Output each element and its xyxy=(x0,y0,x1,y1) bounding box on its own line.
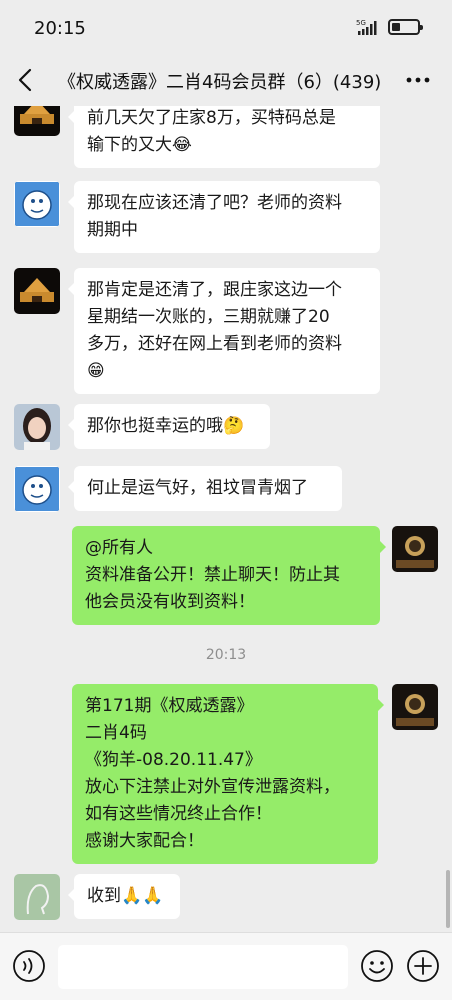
emoji-icon[interactable] xyxy=(360,949,394,983)
cartoon-avatar-icon xyxy=(14,466,60,512)
signal-icon: 5G xyxy=(356,19,377,35)
more-dots-icon[interactable] xyxy=(405,70,431,90)
battery-icon xyxy=(388,19,423,35)
avatar[interactable] xyxy=(392,526,438,572)
message-bubble[interactable]: 第171期《权威透露》 二肖4码 《狗羊-08.20.11.47》 放心下注禁止… xyxy=(72,684,384,864)
status-bar: 20:15 5G xyxy=(0,0,452,56)
voice-input-icon[interactable] xyxy=(12,949,46,983)
message-input[interactable] xyxy=(58,945,348,989)
message-bubble[interactable]: 何止是运气好，祖坟冒青烟了 xyxy=(68,466,342,511)
message-bubble[interactable]: 前几天欠了庄家8万，买特码总是 输下的又大😂 xyxy=(68,106,380,168)
message-bubble[interactable]: 收到🙏🙏 xyxy=(68,874,180,919)
castle-avatar-icon xyxy=(14,268,60,314)
plus-icon[interactable] xyxy=(406,949,440,983)
avatar[interactable] xyxy=(14,466,60,512)
cartoon-avatar-icon xyxy=(14,181,60,227)
concert-avatar-icon xyxy=(392,684,438,730)
concert-avatar-icon xyxy=(392,526,438,572)
message-bubble[interactable]: 那现在应该还清了吧？老师的资料 期期中 xyxy=(68,181,380,253)
input-bar xyxy=(0,932,452,1000)
avatar[interactable] xyxy=(14,874,60,920)
message-timestamp: 20:13 xyxy=(205,647,247,663)
chat-header: 《权威透露》二肖4码会员群（6）(439) xyxy=(0,56,452,106)
chat-title[interactable]: 《权威透露》二肖4码会员群（6）(439) xyxy=(58,68,398,94)
network-label: 5G xyxy=(356,19,366,27)
message-bubble[interactable]: 那你也挺幸运的哦🤔 xyxy=(68,404,270,449)
sketch-avatar-icon xyxy=(14,874,60,920)
message-bubble[interactable]: @所有人 资料准备公开！禁止聊天！防止其 他会员没有收到资料！ xyxy=(72,526,386,625)
message-list[interactable]: 前几天欠了庄家8万，买特码总是 输下的又大😂 那现在应该还清了吧？老师的资料 期… xyxy=(0,106,452,932)
avatar[interactable] xyxy=(392,684,438,730)
scrollbar[interactable] xyxy=(446,870,450,928)
castle-avatar-icon xyxy=(14,106,60,136)
avatar[interactable] xyxy=(14,268,60,314)
message-bubble[interactable]: 那肯定是还清了，跟庄家这边一个 星期结一次账的，三期就赚了20 多万，还好在网上… xyxy=(68,268,380,394)
girl-avatar-icon xyxy=(14,404,60,450)
chevron-left-icon[interactable] xyxy=(14,66,38,94)
status-time: 20:15 xyxy=(34,18,86,39)
avatar[interactable] xyxy=(14,181,60,227)
avatar[interactable] xyxy=(14,106,60,136)
avatar[interactable] xyxy=(14,404,60,450)
